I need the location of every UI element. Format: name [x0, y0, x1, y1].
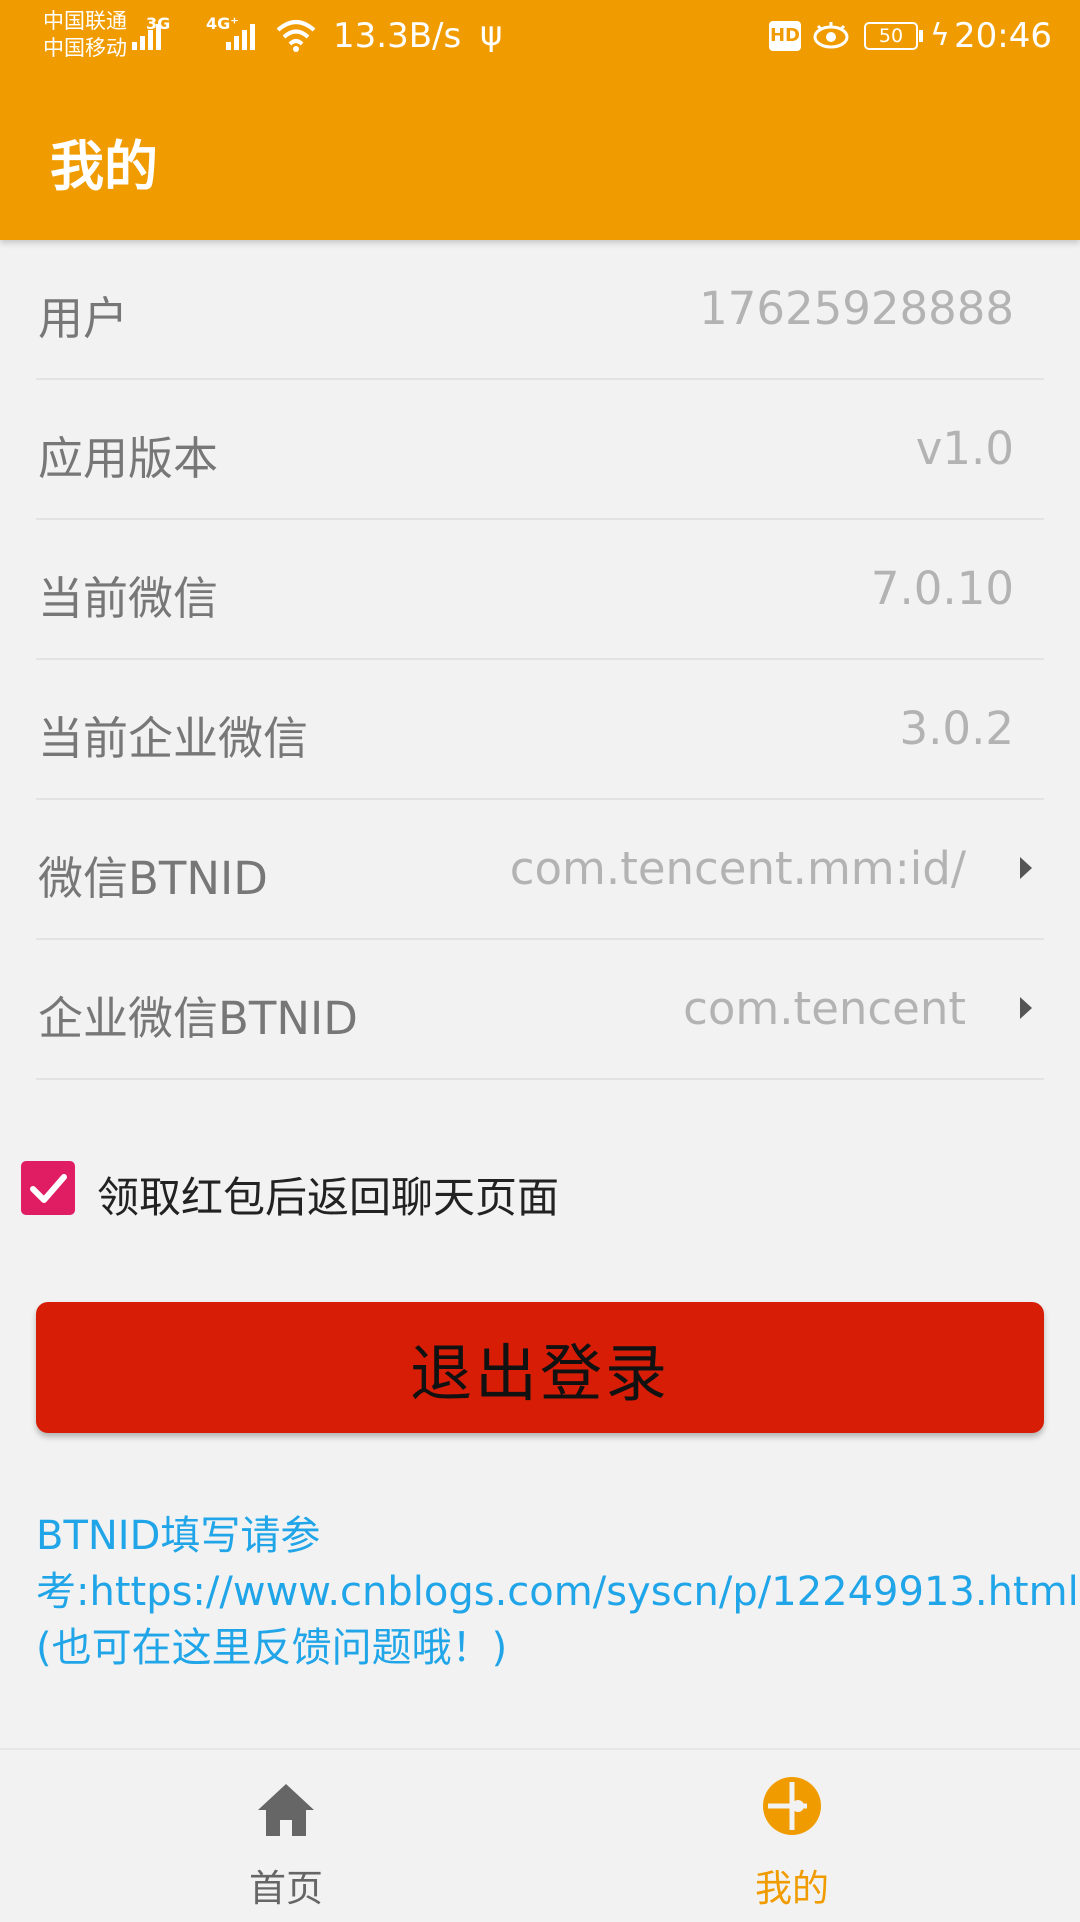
settings-row-wechat-version: 当前微信 7.0.10	[36, 520, 1044, 660]
battery-icon: 50	[864, 22, 918, 50]
settings-row-app-version: 应用版本 v1.0	[36, 380, 1044, 520]
battery-level: 50	[878, 25, 904, 47]
settings-row-wework-btnid[interactable]: 企业微信BTNID com.tencent	[36, 940, 1044, 1080]
settings-row-wechat-btnid[interactable]: 微信BTNID com.tencent.mm:id/	[36, 800, 1044, 940]
signal-strength-icon	[132, 20, 168, 50]
carrier-info: 中国联通 中国移动	[43, 8, 127, 62]
network-speed: 13.3B/s	[333, 16, 462, 56]
bottom-nav: 首页 我的	[0, 1748, 1080, 1922]
status-bar: 中国联通 中国移动 3G 4G⁺ 13.3B/s ψ HD 50 ϟ 20:46	[0, 0, 1080, 80]
row-label: 应用版本	[38, 432, 219, 485]
row-label: 企业微信BTNID	[38, 992, 358, 1045]
battery-tip	[919, 30, 923, 42]
clock: 20:46	[954, 16, 1052, 56]
settings-row-user: 用户 17625928888	[36, 240, 1044, 380]
hd-badge: HD	[769, 21, 801, 51]
row-value: 7.0.10	[870, 562, 1014, 615]
row-value: com.tencent.mm:id/	[509, 842, 966, 895]
row-label: 微信BTNID	[38, 852, 268, 905]
charging-icon: ϟ	[930, 18, 950, 53]
return-to-chat-label[interactable]: 领取红包后返回聊天页面	[97, 1164, 559, 1225]
signal-strength-icon-2	[226, 20, 262, 50]
tab-label: 我的	[755, 1867, 829, 1910]
page-title: 我的	[50, 135, 158, 198]
checkmark-icon	[30, 1174, 67, 1203]
return-to-chat-checkbox[interactable]	[21, 1161, 75, 1215]
row-value: 17625928888	[699, 282, 1014, 335]
chevron-right-icon	[1020, 997, 1032, 1019]
carrier-1: 中国联通	[43, 9, 127, 33]
row-value: 3.0.2	[899, 702, 1015, 755]
row-label: 用户	[38, 292, 129, 345]
usb-icon: ψ	[480, 14, 503, 54]
tab-home[interactable]: 首页	[136, 1750, 436, 1922]
row-value: v1.0	[915, 422, 1014, 475]
wifi-icon	[276, 20, 316, 52]
tab-mine[interactable]: 我的	[642, 1750, 942, 1922]
tab-label: 首页	[249, 1867, 323, 1910]
row-label: 当前企业微信	[38, 712, 309, 765]
row-label: 当前微信	[38, 572, 219, 625]
carrier-2: 中国移动	[43, 36, 127, 60]
help-link[interactable]: BTNID填写请参考:https://www.cnblogs.com/syscn…	[36, 1508, 1079, 1676]
settings-row-wework-version: 当前企业微信 3.0.2	[36, 660, 1044, 800]
logout-button[interactable]: 退出登录	[36, 1302, 1044, 1433]
row-value: com.tencent	[683, 982, 966, 1035]
eye-comfort-icon	[813, 22, 849, 49]
chevron-right-icon	[1020, 857, 1032, 879]
home-icon	[258, 1784, 314, 1836]
app-bar: 中国联通 中国移动 3G 4G⁺ 13.3B/s ψ HD 50 ϟ 20:46…	[0, 0, 1080, 240]
profile-pie-icon	[763, 1777, 821, 1835]
